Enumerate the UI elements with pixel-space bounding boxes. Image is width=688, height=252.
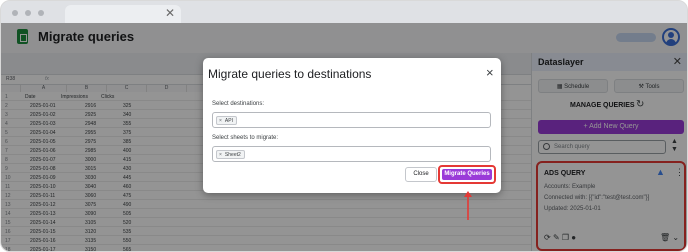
browser-tab[interactable]: ✕: [65, 5, 181, 23]
dialog-close-icon[interactable]: ×: [486, 65, 494, 80]
migrate-highlight: Migrate Queries: [438, 165, 496, 184]
sheets-label: Select sheets to migrate:: [212, 135, 279, 141]
destinations-select[interactable]: × API: [212, 112, 491, 128]
browser-window: ✕ Migrate queries R38 fx A B C D E F G H…: [0, 0, 688, 252]
sheet-chip[interactable]: × Sheet2: [216, 150, 245, 159]
sheets-select[interactable]: × Sheet2: [212, 146, 491, 162]
migrate-queries-dialog: Migrate queries to destinations × Select…: [203, 58, 501, 193]
remove-chip-icon[interactable]: ×: [219, 152, 222, 158]
chip-label: Sheet2: [224, 152, 241, 158]
destinations-label: Select destinations:: [212, 101, 265, 107]
remove-chip-icon[interactable]: ×: [219, 118, 222, 124]
window-dot-icon[interactable]: [38, 10, 44, 16]
migrate-queries-button[interactable]: Migrate Queries: [442, 169, 492, 180]
browser-chrome: ✕: [1, 1, 687, 23]
window-dot-icon[interactable]: [12, 10, 18, 16]
close-button[interactable]: Close: [405, 167, 437, 182]
chip-label: API: [224, 118, 233, 124]
dialog-title: Migrate queries to destinations: [208, 67, 372, 81]
annotation-arrow-icon: [464, 191, 472, 220]
window-dot-icon[interactable]: [25, 10, 31, 16]
tab-close-icon[interactable]: ✕: [165, 6, 175, 20]
destination-chip[interactable]: × API: [216, 116, 237, 125]
